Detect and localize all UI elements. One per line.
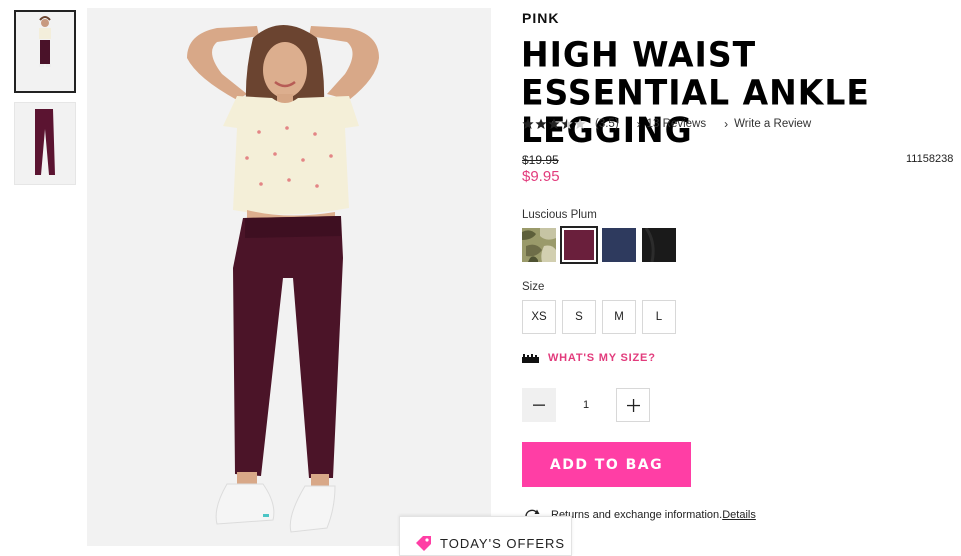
minus-icon [533, 404, 545, 406]
plus-icon [626, 398, 640, 412]
quantity-value[interactable]: 1 [556, 399, 616, 411]
original-price: $19.95 [522, 153, 559, 167]
star-full-icon [535, 118, 547, 129]
write-review-link[interactable]: › Write a Review [724, 117, 811, 131]
thumbnail-model[interactable] [14, 10, 76, 93]
reviews-link-label: 13 Reviews [646, 118, 707, 130]
todays-offers-tab[interactable]: TODAY'S OFFERS [399, 516, 572, 556]
quantity-stepper: 1 [522, 388, 650, 422]
size-option-xs[interactable]: XS [522, 300, 556, 334]
size-options: XS S M L [522, 300, 682, 334]
returns-text: Returns and exchange information. [551, 509, 723, 521]
size-option-m[interactable]: M [602, 300, 636, 334]
rating-value: (3.5) [595, 118, 619, 130]
ruler-icon [522, 353, 539, 363]
thumbnail-flat[interactable] [14, 102, 76, 185]
chevron-right-icon: › [724, 117, 729, 131]
sale-price: $9.95 [522, 168, 560, 185]
color-swatches [522, 226, 682, 264]
color-swatch-black[interactable] [642, 227, 676, 263]
color-swatch-plum[interactable] [560, 226, 598, 264]
size-guide-label: WHAT'S MY SIZE? [548, 352, 656, 364]
size-guide-link[interactable]: WHAT'S MY SIZE? [522, 352, 656, 364]
star-empty-icon [574, 118, 586, 129]
product-title: HIGH WAIST ESSENTIAL ANKLE LEGGING [521, 33, 870, 151]
add-to-bag-button[interactable]: ADD TO BAG [522, 442, 691, 487]
product-sku: 11158238 [906, 153, 954, 165]
returns-details-link[interactable]: Details [722, 509, 756, 521]
price-tag-icon [416, 536, 431, 551]
color-swatch-navy[interactable] [602, 228, 636, 262]
size-label: Size [522, 281, 545, 293]
write-review-label: Write a Review [734, 118, 812, 130]
star-full-icon [548, 118, 560, 129]
star-half-icon [561, 118, 573, 129]
size-option-s[interactable]: S [562, 300, 596, 334]
brand-label: PINK [522, 10, 560, 26]
selected-color-name: Luscious Plum [522, 209, 597, 221]
chevron-right-icon: › [636, 117, 641, 131]
todays-offers-label: TODAY'S OFFERS [440, 535, 566, 551]
quantity-decrease-button[interactable] [522, 388, 556, 422]
product-main-image[interactable] [87, 8, 491, 546]
reviews-link[interactable]: › 13 Reviews [637, 117, 706, 131]
star-full-icon [522, 118, 534, 129]
rating-stars [522, 118, 587, 130]
quantity-increase-button[interactable] [616, 388, 650, 422]
rating-row: (3.5) › 13 Reviews › Write a Review [522, 117, 811, 131]
color-swatch-camo[interactable] [522, 228, 556, 262]
size-option-l[interactable]: L [642, 300, 676, 334]
